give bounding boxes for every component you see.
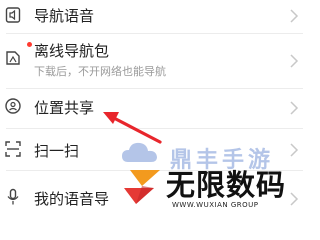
- menu-item-label: 位置共享: [34, 99, 95, 117]
- watermark: 鼎丰手游 无限数码 WWW.WUXIAN GROUP: [120, 138, 303, 216]
- scan-icon: [4, 140, 22, 158]
- menu-item-label: 导航语音: [34, 7, 95, 25]
- watermark-sub-text: WWW.WUXIAN GROUP: [172, 201, 259, 209]
- chevron-right-icon: [289, 53, 299, 69]
- menu-item-label: 扫一扫: [34, 142, 80, 160]
- speaker-icon: [4, 6, 22, 24]
- settings-screen: 导航语音 离线导航包 下载后，不开网络也能导航 位置共享 扫一扫 我的语音导 鼎…: [0, 0, 303, 216]
- location-share-icon: [4, 97, 22, 115]
- menu-item-label: 离线导航包: [34, 42, 110, 60]
- menu-item-sublabel: 下载后，不开网络也能导航: [34, 65, 166, 78]
- red-dot-badge: [27, 42, 32, 47]
- watermark-main-text: 无限数码: [166, 168, 287, 202]
- menu-item-label: 我的语音导: [34, 190, 110, 208]
- offline-map-icon: [4, 49, 22, 67]
- microphone-icon: [4, 188, 22, 206]
- menu-item-location-share[interactable]: 位置共享: [0, 89, 303, 127]
- chevron-right-icon: [289, 100, 299, 116]
- menu-item-navigation-voice[interactable]: 导航语音: [0, 0, 303, 32]
- menu-item-offline-package[interactable]: 离线导航包 下载后，不开网络也能导航: [0, 34, 303, 86]
- chevron-right-icon: [289, 8, 299, 24]
- brand-logo-icon: [120, 162, 166, 206]
